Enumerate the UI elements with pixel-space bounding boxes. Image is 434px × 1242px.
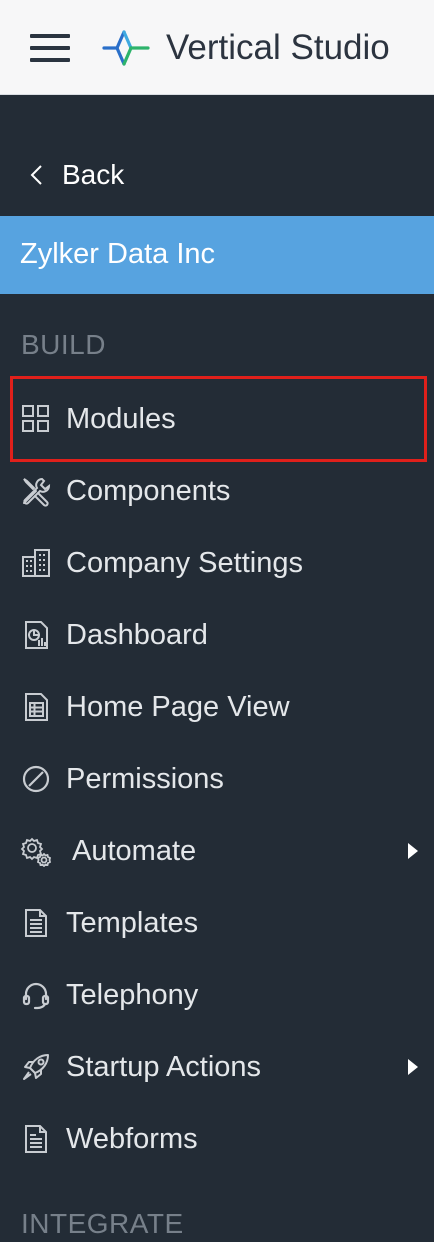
sidebar-item-webforms[interactable]: Webforms: [0, 1109, 434, 1169]
sidebar-item-label: Telephony: [66, 979, 199, 1011]
sidebar-item-components[interactable]: Components: [0, 461, 434, 521]
sidebar-item-label: Startup Actions: [66, 1051, 262, 1083]
sidebar-item-automate[interactable]: Automate: [0, 821, 434, 881]
building-icon: [20, 547, 52, 579]
sidebar-item-label: Dashboard: [66, 619, 208, 651]
sidebar-item-home-page-view[interactable]: Home Page View: [0, 677, 434, 737]
sidebar-item-label: Permissions: [66, 763, 224, 795]
sidebar-item-label: Templates: [66, 907, 199, 939]
sidebar-item-telephony[interactable]: Telephony: [0, 965, 434, 1025]
modules-icon: [20, 403, 52, 435]
top-bar: Vertical Studio: [0, 0, 434, 95]
sidebar-item-label: Webforms: [66, 1123, 198, 1155]
rocket-icon: [20, 1051, 52, 1083]
sidebar-item-templates[interactable]: Templates: [0, 893, 434, 953]
sidebar-item-modules[interactable]: Modules: [0, 389, 434, 449]
section-build: BUILD: [21, 329, 106, 360]
gears-icon: [20, 835, 52, 867]
section-integrate: INTEGRATE: [21, 1208, 184, 1239]
sparkle-logo-icon: [100, 26, 152, 70]
sidebar-item-label: Company Settings: [66, 547, 303, 579]
caret-right-icon: [406, 1057, 420, 1077]
sidebar-item-label: Automate: [72, 835, 197, 867]
app-title: Vertical Studio: [166, 28, 390, 67]
sidebar-item-dashboard[interactable]: Dashboard: [0, 605, 434, 665]
sidebar-item-label: Components: [66, 475, 231, 507]
tools-icon: [20, 475, 52, 507]
caret-right-icon: [406, 841, 420, 861]
sidebar-item-label: Modules: [66, 403, 176, 435]
back-button[interactable]: Back: [0, 150, 434, 200]
sidebar-item-company-settings[interactable]: Company Settings: [0, 533, 434, 593]
headset-icon: [20, 979, 52, 1011]
sidebar-item-startup-actions[interactable]: Startup Actions: [0, 1037, 434, 1097]
sidebar-item-permissions[interactable]: Permissions: [0, 749, 434, 809]
dashboard-report-icon: [20, 619, 52, 651]
sidebar-item-label: Home Page View: [66, 691, 290, 723]
org-header[interactable]: Zylker Data Inc: [0, 216, 434, 294]
hamburger-icon[interactable]: [30, 34, 72, 62]
back-label: Back: [62, 159, 125, 190]
page-layout-icon: [20, 691, 52, 723]
org-name: Zylker Data Inc: [20, 238, 215, 270]
document-icon: [20, 907, 52, 939]
chevron-left-icon: [28, 164, 44, 186]
permissions-icon: [20, 763, 52, 795]
form-icon: [20, 1123, 52, 1155]
